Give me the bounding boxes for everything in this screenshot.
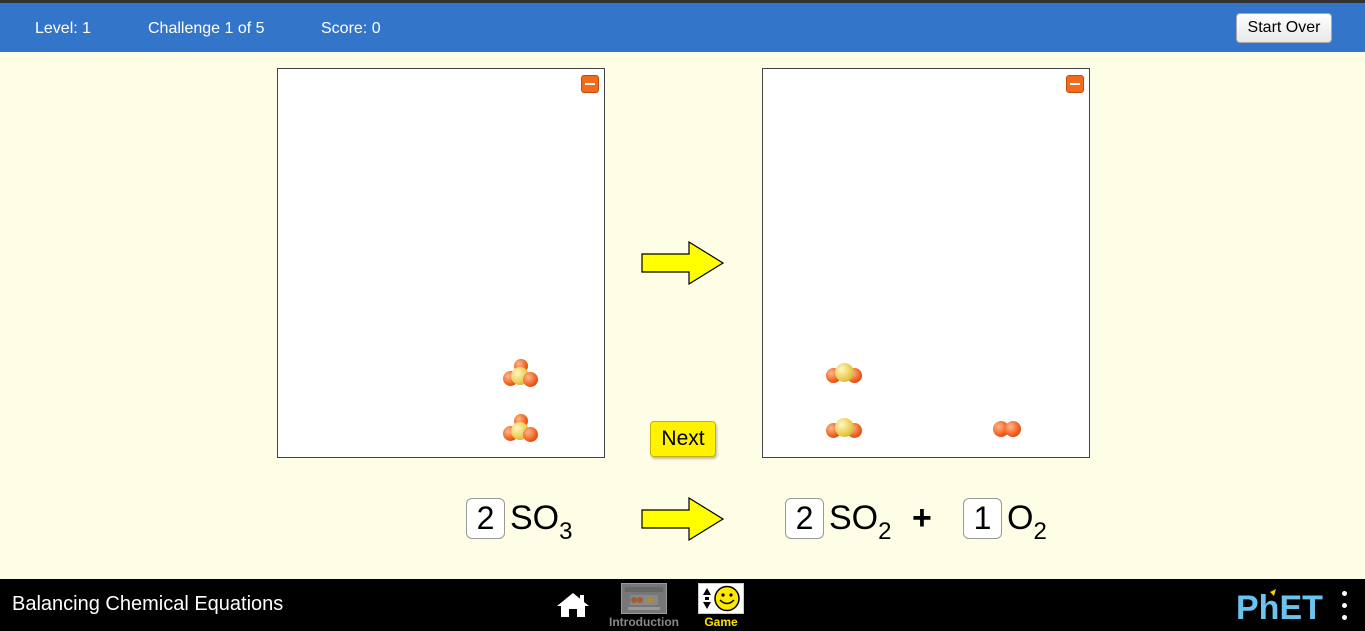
options-menu-icon[interactable] — [1340, 591, 1350, 621]
formula-so3: SO3 — [510, 499, 573, 545]
minimize-products-button[interactable] — [1066, 75, 1084, 93]
minimize-reactants-button[interactable] — [581, 75, 599, 93]
introduction-screen-button[interactable]: Introduction — [609, 581, 679, 629]
phet-logo[interactable]: PhET — [1236, 588, 1336, 627]
so3-molecule — [503, 359, 539, 389]
reactants-box — [277, 68, 605, 458]
so3-molecule — [503, 414, 539, 444]
so2-molecule — [826, 418, 864, 440]
sim-title: Balancing Chemical Equations — [12, 593, 284, 615]
home-icon — [557, 593, 589, 617]
phet-logo-icon: PhET — [1236, 589, 1323, 627]
formula-so2: SO2 — [829, 499, 892, 545]
status-bar: Level: 1 Challenge 1 of 5 Score: 0 Start… — [0, 3, 1365, 52]
score-label: Score: 0 — [321, 20, 381, 37]
introduction-screen-icon — [621, 583, 667, 614]
formula-o2: O2 — [1007, 499, 1047, 545]
reaction-arrow-icon — [641, 241, 725, 285]
products-box — [762, 68, 1090, 458]
home-button[interactable] — [556, 591, 590, 619]
coefficient-picker-o2[interactable]: 1 — [963, 498, 1002, 539]
so2-molecule — [826, 363, 864, 385]
coefficient-picker-so2[interactable]: 2 — [785, 498, 824, 539]
game-screen-icon — [698, 583, 744, 614]
level-label: Level: 1 — [35, 20, 92, 37]
equation-arrow-icon — [641, 497, 725, 541]
next-button[interactable]: Next — [650, 421, 716, 457]
phet-logo-text: PhET — [1236, 589, 1323, 624]
start-over-button[interactable]: Start Over — [1236, 13, 1332, 43]
game-screen-button[interactable]: Game — [691, 581, 751, 629]
navigation-bar: Balancing Chemical Equations Introductio… — [0, 579, 1365, 631]
plus-sign: + — [912, 499, 932, 537]
introduction-screen-label: Introduction — [609, 615, 679, 629]
o2-molecule — [993, 421, 1023, 437]
game-screen-label: Game — [704, 615, 738, 629]
challenge-label: Challenge 1 of 5 — [148, 20, 265, 37]
coefficient-picker-so3[interactable]: 2 — [466, 498, 505, 539]
